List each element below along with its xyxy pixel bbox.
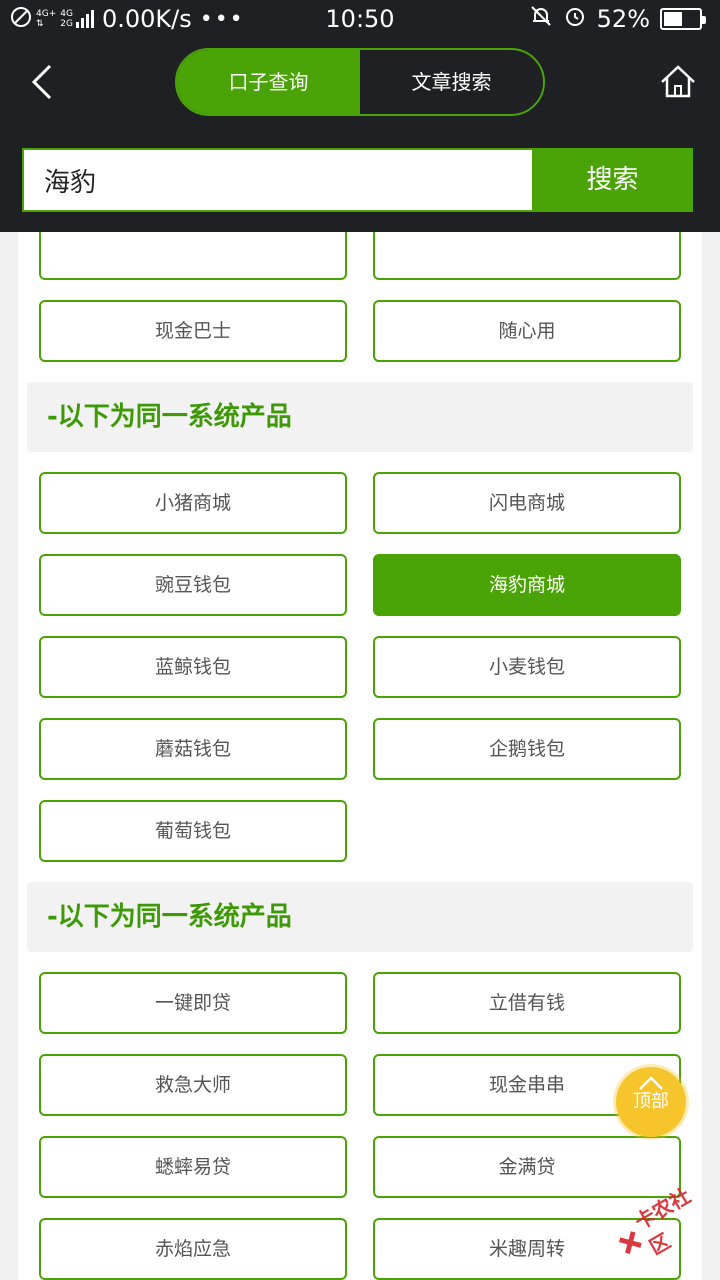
home-icon — [661, 65, 695, 98]
section-header: -以下为同一系统产品 — [27, 382, 693, 452]
product-button[interactable]: 小猪商城 — [39, 472, 347, 534]
product-button[interactable]: 蟋蟀易贷 — [39, 1136, 347, 1198]
back-button[interactable] — [22, 60, 66, 104]
product-button-partial[interactable] — [373, 232, 681, 280]
chevron-left-icon — [31, 64, 52, 100]
product-button[interactable]: 小麦钱包 — [373, 636, 681, 698]
back-to-top-button[interactable]: 顶部 — [616, 1067, 686, 1137]
product-button[interactable]: 葡萄钱包 — [39, 800, 347, 862]
tab-article-search[interactable]: 文章搜索 — [360, 50, 543, 114]
results-card: 现金巴士 随心用 -以下为同一系统产品 小猪商城 闪电商城 豌豆钱包 海豹商城 … — [18, 232, 702, 1280]
product-button[interactable]: 闪电商城 — [373, 472, 681, 534]
product-button[interactable]: 立借有钱 — [373, 972, 681, 1034]
battery-percent: 52% — [596, 5, 650, 33]
product-grid-section-1: 小猪商城 闪电商城 豌豆钱包 海豹商城 蓝鲸钱包 小麦钱包 蘑菇钱包 企鹅钱包 … — [18, 452, 702, 882]
product-button[interactable]: 金满贷 — [373, 1136, 681, 1198]
product-button[interactable]: 豌豆钱包 — [39, 554, 347, 616]
product-button-partial[interactable] — [39, 232, 347, 280]
product-button[interactable]: 企鹅钱包 — [373, 718, 681, 780]
product-grid-section-2: 一键即贷 立借有钱 救急大师 现金串串 蟋蟀易贷 金满贷 赤焰应急 米趣周转 — [18, 952, 702, 1280]
search-bar: 搜索 — [22, 148, 693, 212]
back-to-top-label: 顶部 — [633, 1091, 669, 1112]
product-button-selected[interactable]: 海豹商城 — [373, 554, 681, 616]
content-area: 现金巴士 随心用 -以下为同一系统产品 小猪商城 闪电商城 豌豆钱包 海豹商城 … — [0, 232, 720, 1280]
product-button[interactable]: 蓝鲸钱包 — [39, 636, 347, 698]
results-list: 现金巴士 随心用 -以下为同一系统产品 小猪商城 闪电商城 豌豆钱包 海豹商城 … — [18, 232, 702, 1280]
home-button[interactable] — [658, 62, 698, 102]
search-input[interactable] — [22, 148, 532, 212]
battery-icon — [660, 8, 706, 30]
product-button[interactable]: 现金巴士 — [39, 300, 347, 362]
product-button[interactable]: 一键即贷 — [39, 972, 347, 1034]
bell-muted-icon — [529, 4, 553, 34]
product-button[interactable]: 蘑菇钱包 — [39, 718, 347, 780]
tab-loan-query[interactable]: 口子查询 — [177, 50, 360, 114]
product-grid-top: 现金巴士 随心用 — [18, 232, 702, 382]
mode-tabs: 口子查询 文章搜索 — [175, 48, 545, 116]
product-button[interactable]: 赤焰应急 — [39, 1218, 347, 1280]
app-header: 口子查询 文章搜索 搜索 — [0, 38, 720, 232]
search-button[interactable]: 搜索 — [532, 148, 693, 212]
product-button[interactable]: 随心用 — [373, 300, 681, 362]
status-right: 52% — [529, 0, 706, 38]
status-bar: 4G+ ⇅ 4G 2G 0.00K/s ••• 10:50 52% — [0, 0, 720, 38]
product-button[interactable]: 救急大师 — [39, 1054, 347, 1116]
alarm-icon — [563, 4, 587, 34]
section-header: -以下为同一系统产品 — [27, 882, 693, 952]
chevron-up-icon — [616, 1067, 686, 1091]
